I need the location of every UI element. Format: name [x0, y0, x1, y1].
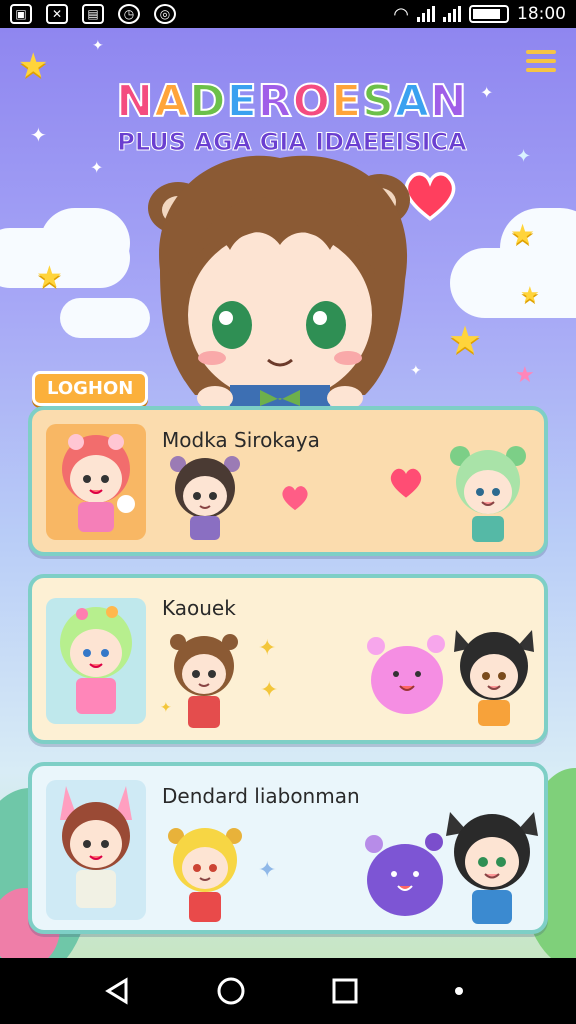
recents-icon[interactable]: [325, 971, 365, 1011]
card-thumbnail: [46, 780, 146, 920]
app-icon: ◎: [154, 4, 176, 24]
star-icon: ★: [448, 318, 483, 362]
card-thumbnail: [46, 598, 146, 724]
sparkle-icon: ✦: [260, 678, 279, 703]
sparkle-icon: ★: [515, 363, 535, 388]
sparkle-icon: ✦: [160, 700, 172, 716]
blob-creature: [367, 635, 445, 714]
character-card[interactable]: Dendard liabonman ✦: [28, 762, 548, 934]
logo-title: NADEROESAN: [115, 76, 468, 127]
dot-icon[interactable]: [439, 971, 479, 1011]
star-icon: ★: [520, 283, 540, 308]
back-icon[interactable]: [97, 971, 137, 1011]
navigation-bar: [0, 958, 576, 1024]
battery-icon: [469, 5, 509, 23]
menu-icon[interactable]: [526, 46, 556, 76]
character-card[interactable]: Modka Sirokaya: [28, 406, 548, 556]
signal-icon: [443, 6, 461, 22]
image-icon: ▣: [10, 4, 32, 24]
chibi-character: [454, 630, 534, 726]
chibi-character: [170, 456, 240, 540]
card-title: Kaouek: [162, 596, 236, 620]
card-thumbnail: [46, 424, 146, 540]
sparkle-icon: ✦: [516, 146, 532, 167]
star-icon: ★: [510, 218, 536, 251]
star-icon: ★: [36, 260, 63, 295]
status-bar: ▣ ✕ ▤ ◷ ◎ ◠ 18:00: [0, 0, 576, 28]
sparkle-icon: ✦: [258, 858, 277, 883]
sparkle-icon: ✦: [480, 83, 494, 102]
heart-icon: [282, 486, 308, 511]
chibi-character: [446, 812, 538, 924]
notification-icons: ▣ ✕ ▤ ◷ ◎: [10, 4, 176, 24]
chibi-character: [450, 446, 526, 542]
clock-icon: ◷: [118, 4, 140, 24]
chibi-avatar: [60, 606, 132, 714]
signal-icon: [417, 6, 435, 22]
mascot-character: [148, 155, 410, 410]
wifi-icon: ◠: [393, 3, 409, 25]
app-icon: ✕: [46, 4, 68, 24]
sparkle-icon: ✦: [258, 636, 277, 661]
blob-creature: [365, 833, 443, 916]
sparkle-icon: ✦: [92, 38, 104, 54]
heart-icon: [390, 468, 422, 498]
chibi-avatar: [60, 786, 132, 908]
sparkle-icon: ✦: [30, 123, 47, 147]
image-icon: ▤: [82, 4, 104, 24]
app-screen: ★ ★ ★ ★ ★ ✦ ✦ ✦ ✦ ✦ ★ ✦ NADEROESAN PLUS …: [0, 28, 576, 958]
card-title: Dendard liabonman: [162, 784, 360, 808]
character-card[interactable]: Kaouek ✦ ✦ ✦: [28, 574, 548, 744]
clock-time: 18:00: [517, 4, 566, 24]
home-icon[interactable]: [211, 971, 251, 1011]
chibi-character: [168, 828, 242, 922]
chibi-character: [170, 634, 238, 728]
section-label: LOGHON: [32, 371, 149, 406]
card-title: Modka Sirokaya: [162, 428, 320, 452]
chibi-avatar: [62, 434, 135, 532]
app-logo: NADEROESAN PLUS AGA GIA IDAEEISICA: [112, 76, 472, 157]
star-icon: ★: [18, 46, 49, 86]
sparkle-icon: ✦: [90, 158, 104, 177]
